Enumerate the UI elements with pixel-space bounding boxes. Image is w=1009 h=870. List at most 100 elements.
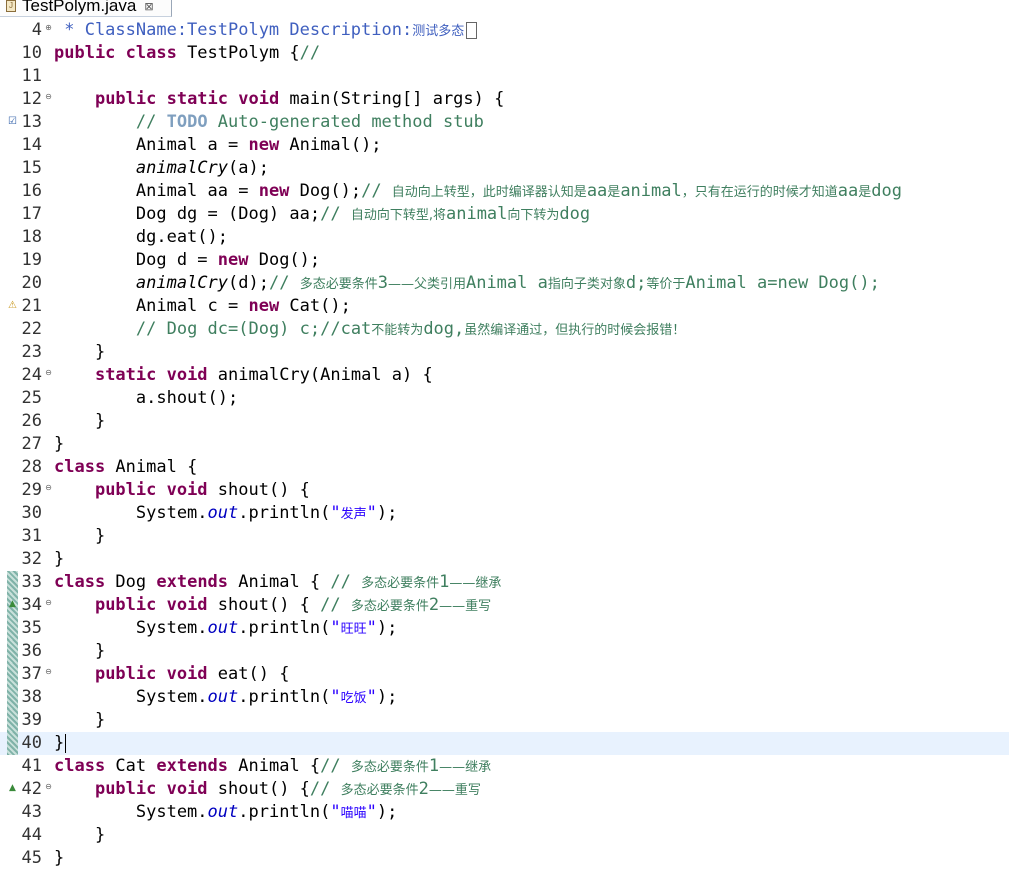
code-line[interactable]: 23 } — [0, 341, 1009, 364]
code-line[interactable]: 42 ▲ ⊖ public void shout() {// 多态必要条件2——重写 — [0, 778, 1009, 801]
code-line[interactable]: 15 animalCry(a); — [0, 157, 1009, 180]
code-token: Animal(); — [279, 135, 382, 155]
code-line[interactable]: 32} — [0, 548, 1009, 571]
code-line[interactable]: 27} — [0, 433, 1009, 456]
override-marker-icon[interactable]: ▲ — [7, 782, 18, 795]
code-token: } — [54, 733, 65, 753]
tab-title: TestPolym.java — [22, 0, 137, 15]
code-token: main(String[] args) { — [279, 89, 505, 109]
collapse-fold-icon[interactable]: ⊖ — [44, 782, 53, 791]
code-token: " — [366, 618, 377, 638]
code-token: .println( — [238, 618, 331, 638]
code-token: animalCry(Animal a) { — [207, 365, 433, 385]
code-line[interactable]: 19 Dog d = new Dog(); — [0, 249, 1009, 272]
warning-marker-icon[interactable]: ⚠ — [7, 299, 18, 312]
collapse-fold-icon[interactable]: ⊖ — [44, 598, 53, 607]
code-text: } — [54, 709, 105, 732]
code-token: // — [320, 595, 351, 615]
line-number: 14 — [21, 135, 42, 155]
code-line[interactable]: 41 class Cat extends Animal {// 多态必要条件1——… — [0, 755, 1009, 778]
code-line[interactable]: 11 — [0, 65, 1009, 88]
code-token: * ClassName:TestPolym Description: — [54, 20, 413, 40]
code-line[interactable]: 12 ⊖ public static void main(String[] arg… — [0, 88, 1009, 111]
task-marker-icon[interactable]: ☑ — [7, 115, 18, 128]
code-token: public void — [94, 779, 208, 799]
code-line[interactable]: 30 System.out.println("发声"); — [0, 502, 1009, 525]
code-token: 等价于 — [646, 277, 686, 292]
code-text: class Animal { — [54, 456, 197, 479]
code-token: public class — [54, 43, 177, 63]
close-icon[interactable]: ⊠ — [144, 0, 153, 13]
code-text: } — [54, 847, 64, 870]
code-line[interactable]: 40} — [0, 732, 1009, 755]
code-text: public class TestPolym {// — [54, 42, 320, 65]
collapse-fold-icon[interactable]: ⊖ — [44, 368, 53, 377]
code-editor[interactable]: 4 ⊕ * ClassName:TestPolym Description:测试多… — [0, 19, 1009, 868]
code-line[interactable]: 44 } — [0, 824, 1009, 847]
code-line[interactable]: 45} — [0, 847, 1009, 870]
code-line[interactable]: 37 ⊖ public void eat() { — [0, 663, 1009, 686]
code-token: System. — [54, 687, 208, 707]
code-token: " — [330, 503, 341, 523]
code-token: Dog(); — [289, 181, 362, 201]
code-line[interactable]: 4 ⊕ * ClassName:TestPolym Description:测试多… — [0, 19, 1009, 42]
code-line[interactable]: 18 dg.eat(); — [0, 226, 1009, 249]
code-text: System.out.println("吃饭"); — [54, 686, 398, 710]
code-token: out — [207, 802, 239, 822]
code-token: Cat — [105, 756, 157, 776]
code-text: static void animalCry(Animal a) { — [54, 364, 433, 387]
code-line[interactable]: 35 System.out.println("旺旺"); — [0, 617, 1009, 640]
code-token: 吃饭 — [340, 691, 367, 706]
override-marker-icon[interactable]: ▲ — [7, 598, 18, 611]
code-line[interactable]: 36 } — [0, 640, 1009, 663]
collapse-fold-icon[interactable]: ⊖ — [44, 667, 53, 676]
collapse-fold-icon[interactable]: ⊖ — [44, 92, 53, 101]
code-line[interactable]: 14 Animal a = new Animal(); — [0, 134, 1009, 157]
code-line[interactable]: 28 class Animal { — [0, 456, 1009, 479]
code-line[interactable]: 20 animalCry(d);// 多态必要条件3——父类引用Animal a… — [0, 272, 1009, 295]
code-token: class — [54, 457, 106, 477]
line-number: 32 — [21, 549, 42, 569]
code-line[interactable]: 17 Dog dg = (Dog) aa;// 自动向下转型,将animal向下… — [0, 203, 1009, 226]
code-line[interactable]: 24 ⊖ static void animalCry(Animal a) { — [0, 364, 1009, 387]
code-text: System.out.println("喵喵"); — [54, 801, 398, 825]
code-token: } — [54, 411, 106, 431]
code-token: // Dog dc=(Dog) c;//cat — [135, 319, 372, 339]
code-line[interactable]: 31 } — [0, 525, 1009, 548]
tab-testpolym-java[interactable]: J TestPolym.java ⊠ — [0, 0, 172, 17]
code-line[interactable]: 10 public class TestPolym {// — [0, 42, 1009, 65]
code-token: " — [366, 802, 377, 822]
code-text: a.shout(); — [54, 387, 238, 410]
code-token: } — [54, 549, 65, 569]
code-text: } — [54, 525, 105, 548]
code-line[interactable]: 38 System.out.println("吃饭"); — [0, 686, 1009, 709]
line-number: 45 — [21, 848, 42, 868]
code-line[interactable]: 22 // Dog dc=(Dog) c;//cat不能转为dog,虽然编译通过… — [0, 318, 1009, 341]
code-token: (d); — [228, 273, 269, 293]
line-number: 29 — [21, 480, 42, 500]
code-line[interactable]: 34 ▲ ⊖ public void shout() { // 多态必要条件2——重… — [0, 594, 1009, 617]
code-line[interactable]: 21 ⚠ Animal c = new Cat(); — [0, 295, 1009, 318]
code-line[interactable]: 16 Animal aa = new Dog();// 自动向上转型，此时编译器… — [0, 180, 1009, 203]
code-line[interactable]: 29 ⊖ public void shout() { — [0, 479, 1009, 502]
code-line[interactable]: 13 ☑ // TODO Auto-generated method stub — [0, 111, 1009, 134]
code-text: } — [54, 410, 105, 433]
code-line[interactable]: 43 System.out.println("喵喵"); — [0, 801, 1009, 824]
code-token: 自动向下转型, — [350, 208, 433, 223]
code-line[interactable]: 26 } — [0, 410, 1009, 433]
code-token: " — [330, 802, 341, 822]
code-token: a.shout(); — [54, 388, 239, 408]
code-token: } — [54, 342, 106, 362]
code-token: // — [268, 273, 300, 293]
code-token: " — [330, 618, 341, 638]
code-token: 旺旺 — [340, 622, 367, 637]
expand-fold-icon[interactable]: ⊕ — [44, 23, 53, 32]
code-token: 1 — [428, 756, 440, 776]
code-line[interactable]: 33 class Dog extends Animal { // 多态必要条件1—… — [0, 571, 1009, 594]
code-token: // — [320, 204, 351, 224]
code-token: shout() { — [207, 480, 310, 500]
collapse-fold-icon[interactable]: ⊖ — [44, 483, 53, 492]
code-line[interactable]: 25 a.shout(); — [0, 387, 1009, 410]
code-line[interactable]: 39 } — [0, 709, 1009, 732]
